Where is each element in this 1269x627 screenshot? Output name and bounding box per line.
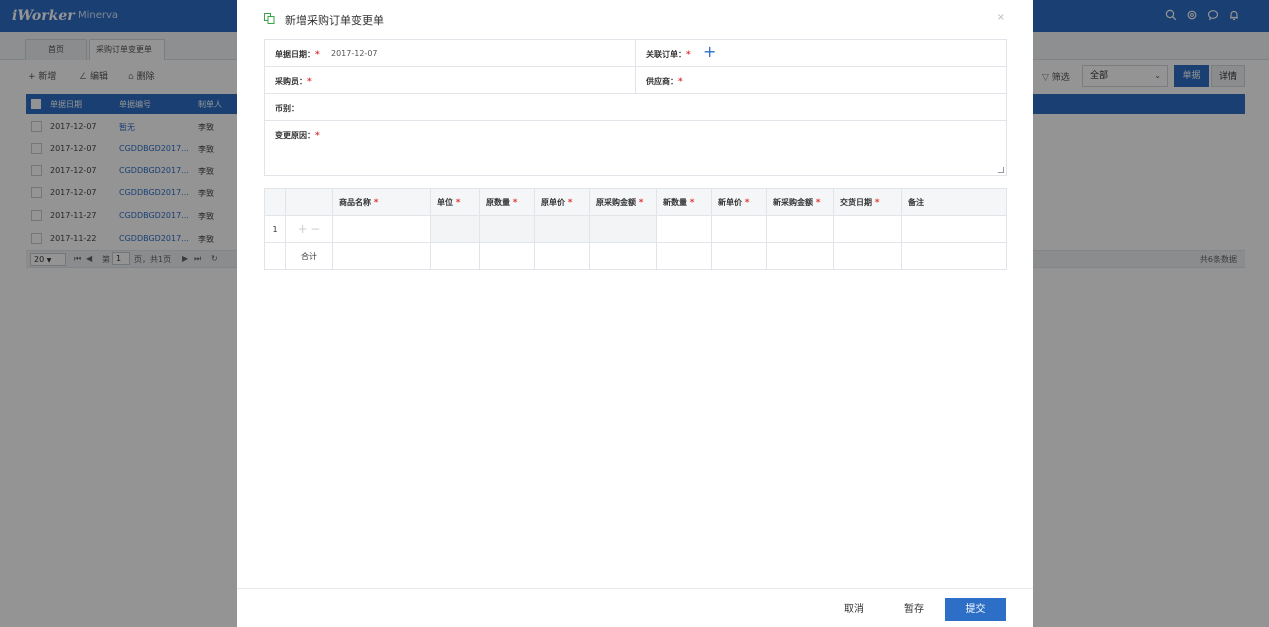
resize-handle-icon[interactable] <box>998 167 1004 173</box>
required-mark: * <box>373 197 379 208</box>
field-label: 供应商：* <box>646 76 683 87</box>
dialog-title: 新增采购订单变更单 <box>285 14 384 27</box>
field-label: 变更原因：* <box>275 130 320 141</box>
field-label: 关联订单：* <box>646 49 691 60</box>
total-index-cell <box>264 242 286 270</box>
header-label: 新数量 <box>663 197 687 207</box>
required-mark: * <box>512 197 518 208</box>
currency-field[interactable]: 币别： <box>265 94 1006 121</box>
remark-cell[interactable] <box>901 215 1007 243</box>
new-price-cell[interactable] <box>711 215 767 243</box>
total-cell <box>332 242 431 270</box>
total-cell <box>479 242 535 270</box>
date-value[interactable]: 2017-12-07 <box>331 49 378 58</box>
field-label: 采购员：* <box>275 76 312 87</box>
orig-price-cell <box>534 215 590 243</box>
row-actions: + − <box>285 215 333 243</box>
row-index: 1 <box>264 215 286 243</box>
close-icon[interactable]: × <box>997 12 1005 23</box>
required-mark: * <box>686 50 691 60</box>
supplier-field[interactable]: 供应商：* <box>636 67 1006 93</box>
date-label: 单据日期： <box>275 50 315 59</box>
add-order-plus-icon[interactable]: + <box>703 44 716 60</box>
column-header-delivery-date: 交货日期 * <box>833 188 902 216</box>
field-label: 单据日期：* <box>275 49 320 60</box>
table-row: 1 + − <box>264 215 1007 243</box>
total-cell <box>589 242 657 270</box>
required-mark: * <box>689 197 695 208</box>
submit-button[interactable]: 提交 <box>945 598 1006 621</box>
total-label: 合计 <box>285 242 333 270</box>
new-amount-cell[interactable] <box>766 215 834 243</box>
total-cell <box>833 242 902 270</box>
total-cell <box>430 242 480 270</box>
total-cell <box>534 242 590 270</box>
required-mark: * <box>638 197 644 208</box>
header-label: 原单价 <box>541 197 565 207</box>
unit-cell <box>430 215 480 243</box>
line-items-table: 商品名称 * 单位 * 原数量 * 原单价 * 原采购金额 * 新数量 * 新单… <box>264 188 1007 270</box>
required-mark: * <box>567 197 573 208</box>
related-order-field[interactable]: 关联订单：* + <box>636 40 1006 66</box>
header-label: 新单价 <box>718 197 742 207</box>
orig-qty-cell <box>479 215 535 243</box>
required-mark: * <box>455 197 461 208</box>
form-row: 采购员：* 供应商：* <box>265 67 1006 94</box>
dialog-footer: 取消 暂存 提交 <box>237 588 1033 627</box>
form-row: 单据日期：* 2017-12-07 关联订单：* + <box>265 40 1006 67</box>
total-row: 合计 <box>264 242 1007 270</box>
currency-label: 币别： <box>275 104 299 113</box>
total-cell <box>766 242 834 270</box>
new-qty-cell[interactable] <box>656 215 712 243</box>
supplier-label: 供应商： <box>646 77 678 86</box>
save-draft-button[interactable]: 暂存 <box>891 598 937 621</box>
index-header <box>264 188 286 216</box>
column-header-remark: 备注 <box>901 188 1007 216</box>
column-header-orig-price: 原单价 * <box>534 188 590 216</box>
row-action-header <box>285 188 333 216</box>
change-reason-textarea[interactable]: 变更原因：* <box>265 121 1006 175</box>
reason-label: 变更原因： <box>275 131 315 140</box>
total-cell <box>656 242 712 270</box>
orig-amount-cell <box>589 215 657 243</box>
header-label: 商品名称 <box>339 197 371 207</box>
required-mark: * <box>874 197 880 208</box>
order-label: 关联订单： <box>646 50 686 59</box>
header-label: 原数量 <box>486 197 510 207</box>
header-form: 单据日期：* 2017-12-07 关联订单：* + 采购员：* 供应商：* 币… <box>264 39 1007 176</box>
product-cell[interactable] <box>332 215 431 243</box>
table-header-row: 商品名称 * 单位 * 原数量 * 原单价 * 原采购金额 * 新数量 * 新单… <box>264 188 1007 216</box>
column-header-new-amount: 新采购金额 * <box>766 188 834 216</box>
column-header-product: 商品名称 * <box>332 188 431 216</box>
header-label: 单位 <box>437 197 453 207</box>
required-mark: * <box>678 77 683 87</box>
buyer-field[interactable]: 采购员：* <box>265 67 636 93</box>
cancel-button[interactable]: 取消 <box>831 598 877 621</box>
remove-row-minus-icon[interactable]: − <box>310 222 320 236</box>
delivery-date-cell[interactable] <box>833 215 902 243</box>
total-cell <box>711 242 767 270</box>
required-mark: * <box>815 197 821 208</box>
buyer-label: 采购员： <box>275 77 307 86</box>
add-row-plus-icon[interactable]: + <box>298 222 308 236</box>
date-field[interactable]: 单据日期：* 2017-12-07 <box>265 40 636 66</box>
column-header-orig-qty: 原数量 * <box>479 188 535 216</box>
column-header-unit: 单位 * <box>430 188 480 216</box>
column-header-orig-amount: 原采购金额 * <box>589 188 657 216</box>
column-header-new-price: 新单价 * <box>711 188 767 216</box>
header-label: 原采购金额 <box>596 197 636 207</box>
column-header-new-qty: 新数量 * <box>656 188 712 216</box>
required-mark: * <box>307 77 312 87</box>
total-cell <box>901 242 1007 270</box>
document-copy-icon <box>264 13 275 24</box>
required-mark: * <box>744 197 750 208</box>
header-label: 新采购金额 <box>773 197 813 207</box>
required-mark: * <box>315 131 320 141</box>
header-label: 交货日期 <box>840 197 872 207</box>
add-change-order-dialog: 新增采购订单变更单 × 单据日期：* 2017-12-07 关联订单：* + 采… <box>237 0 1033 627</box>
required-mark: * <box>315 50 320 60</box>
